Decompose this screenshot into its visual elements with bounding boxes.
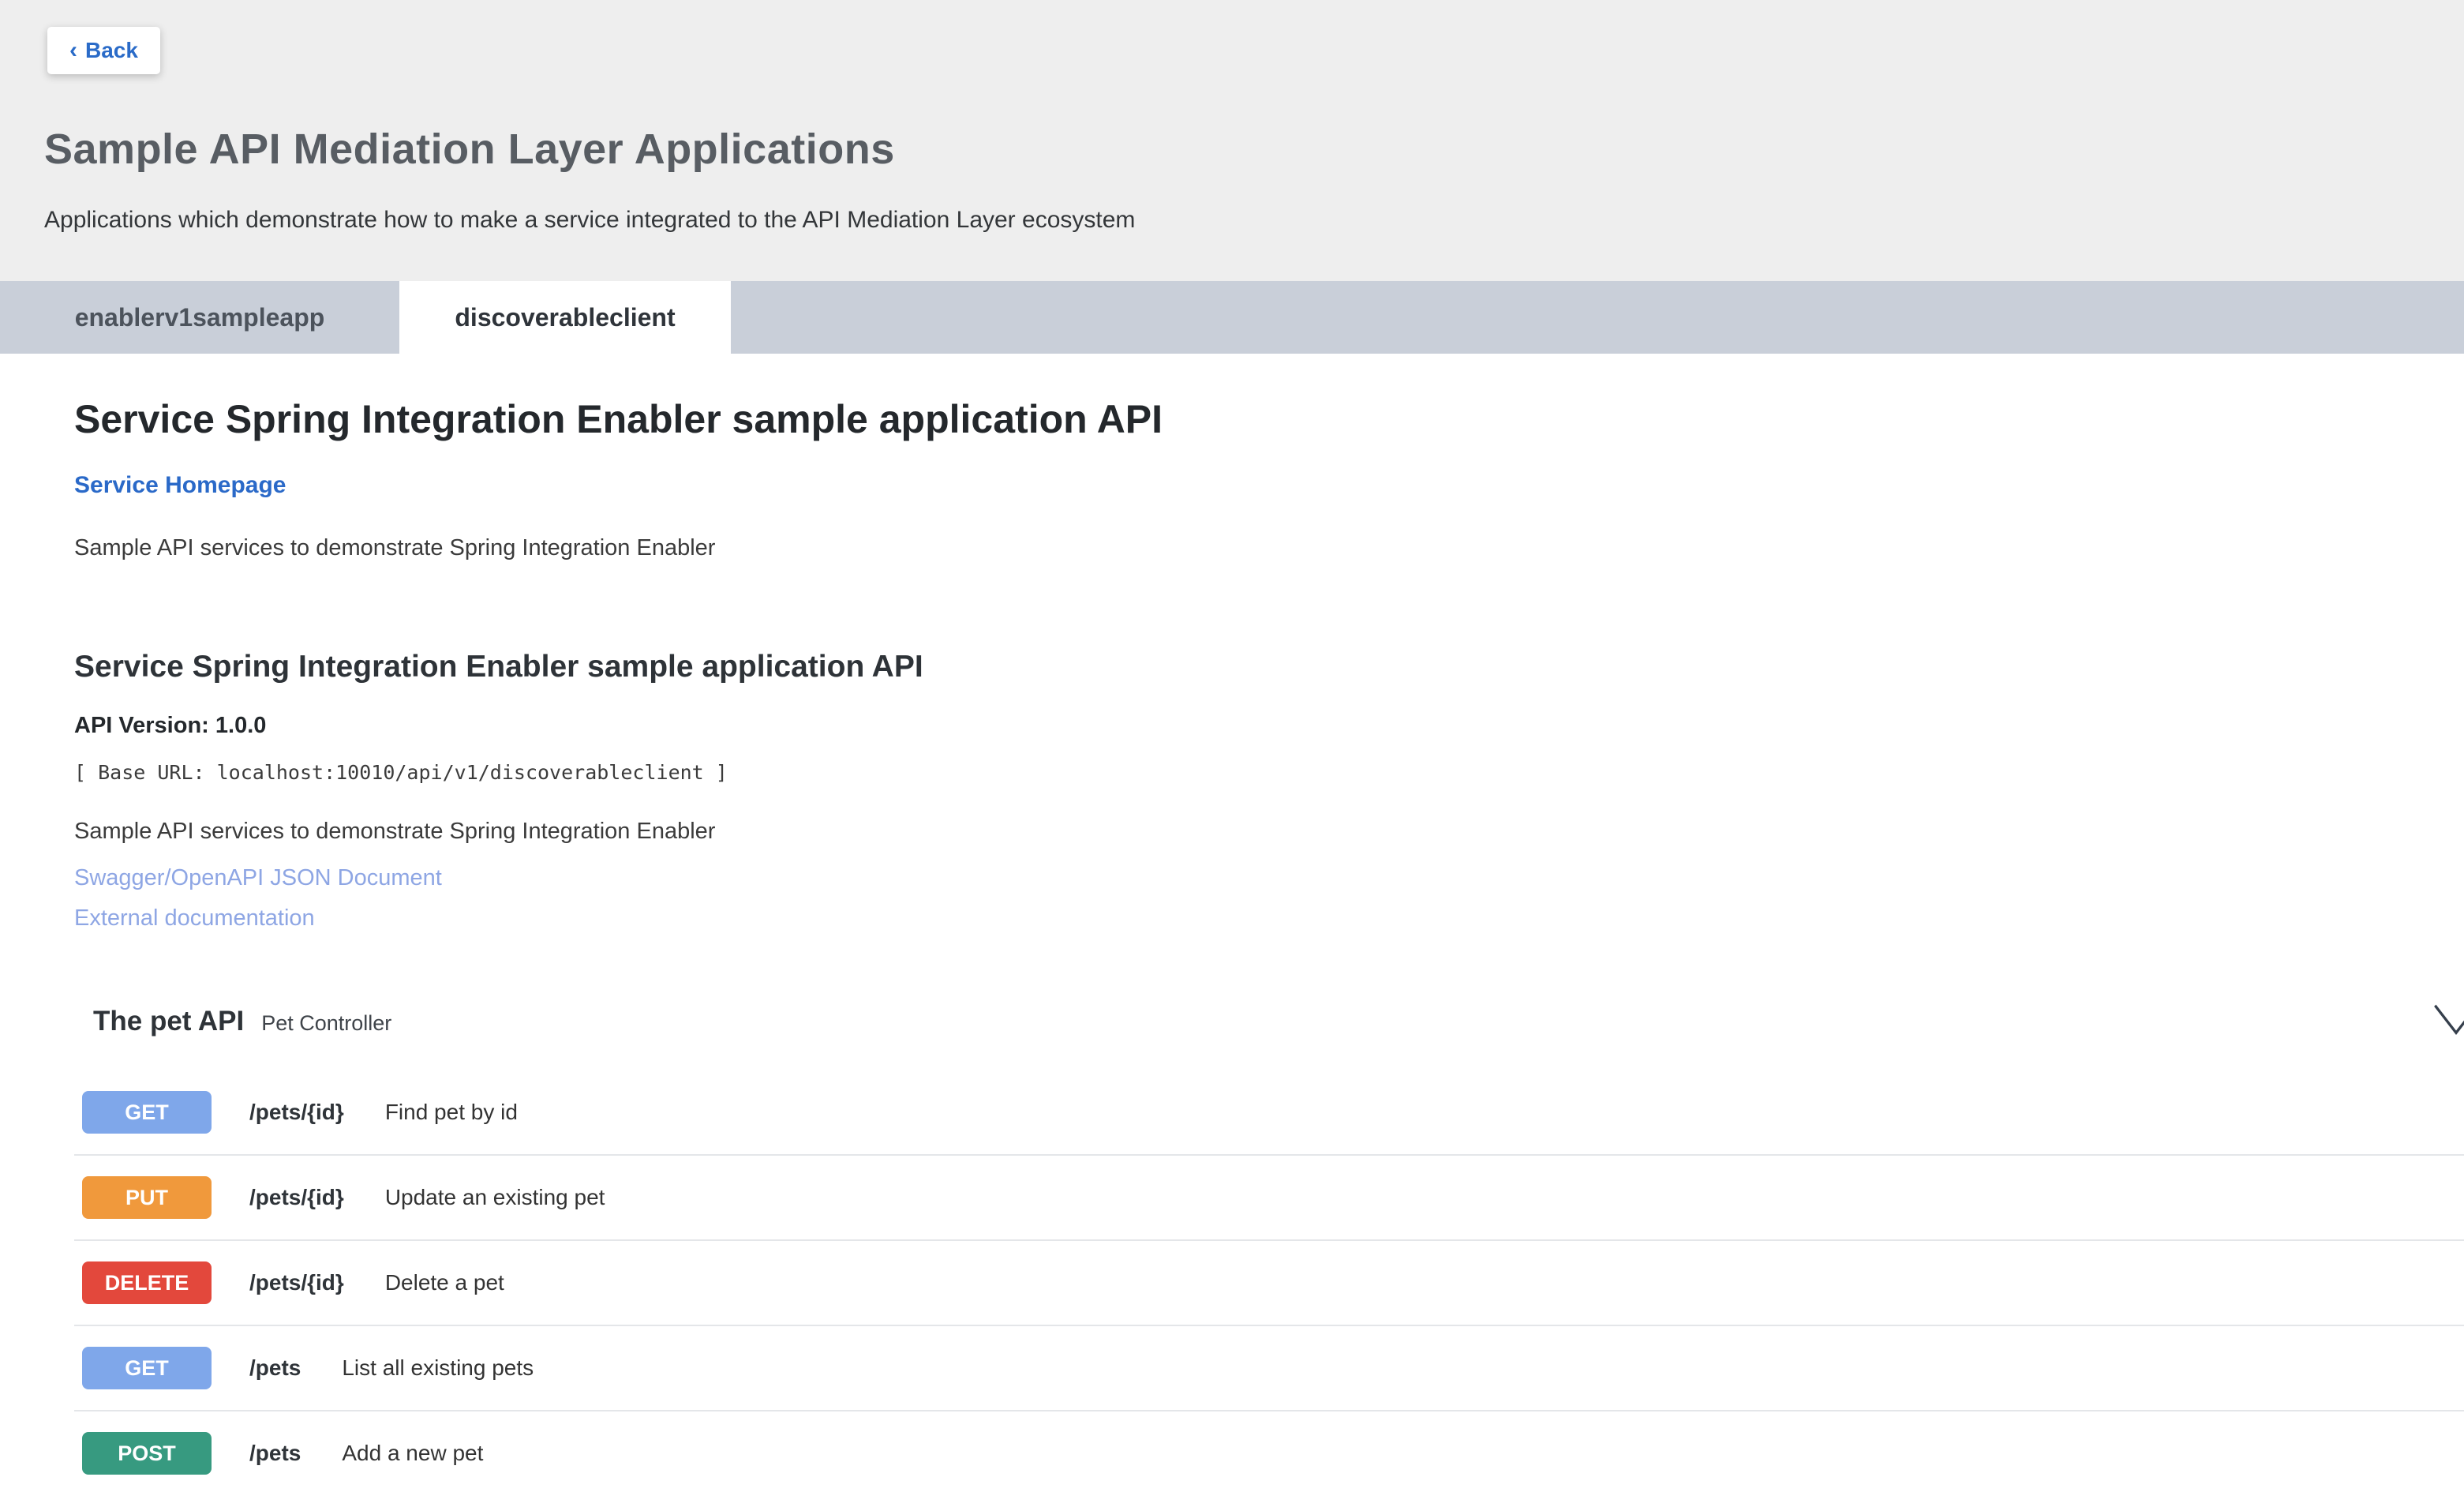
back-label: Back	[85, 38, 138, 63]
operation-row-post-pets[interactable]: POST /pets Add a new pet	[74, 1411, 2464, 1492]
operation-path: /pets	[249, 1441, 301, 1466]
swagger-openapi-json-link[interactable]: Swagger/OpenAPI JSON Document	[74, 865, 442, 891]
operation-summary: Find pet by id	[385, 1100, 518, 1125]
page-title: Sample API Mediation Layer Applications	[44, 125, 2420, 174]
main-content: Service Spring Integration Enabler sampl…	[0, 396, 2464, 1492]
operation-summary: Update an existing pet	[385, 1185, 605, 1210]
operation-row-put-pets-id[interactable]: PUT /pets/{id} Update an existing pet	[74, 1156, 2464, 1241]
service-title: Service Spring Integration Enabler sampl…	[74, 396, 2464, 442]
external-documentation-link[interactable]: External documentation	[74, 905, 315, 932]
method-badge: POST	[82, 1432, 212, 1475]
method-badge: DELETE	[82, 1261, 212, 1304]
operation-row-delete-pets-id[interactable]: DELETE /pets/{id} Delete a pet	[74, 1241, 2464, 1326]
operation-list: GET /pets/{id} Find pet by id PUT /pets/…	[74, 1070, 2464, 1492]
operation-row-get-pets[interactable]: GET /pets List all existing pets	[74, 1326, 2464, 1411]
api-version: API Version: 1.0.0	[74, 713, 2464, 739]
pet-api-header[interactable]: The pet API Pet Controller	[93, 1006, 2464, 1037]
page-subtitle: Applications which demonstrate how to ma…	[44, 207, 2420, 234]
operation-summary: Add a new pet	[342, 1441, 483, 1466]
pet-api-title: The pet API	[93, 1006, 244, 1037]
operation-path: /pets/{id}	[249, 1100, 344, 1125]
back-button[interactable]: ‹ Back	[47, 27, 160, 74]
api-doc-description: Sample API services to demonstrate Sprin…	[74, 819, 2464, 845]
operation-path: /pets/{id}	[249, 1185, 344, 1210]
operation-path: /pets/{id}	[249, 1270, 344, 1295]
tab-discoverableclient[interactable]: discoverableclient	[399, 281, 731, 354]
operation-path: /pets	[249, 1355, 301, 1381]
api-doc-title: Service Spring Integration Enabler sampl…	[74, 650, 2464, 684]
service-homepage-link[interactable]: Service Homepage	[74, 472, 286, 499]
operation-summary: Delete a pet	[385, 1270, 504, 1295]
pet-api-subtitle: Pet Controller	[261, 1011, 391, 1036]
back-chevron-icon: ‹	[69, 39, 77, 62]
operation-summary: List all existing pets	[342, 1355, 534, 1381]
chevron-down-icon[interactable]	[2431, 1001, 2464, 1037]
pet-api-section: The pet API Pet Controller GET /pets/{id…	[74, 1006, 2464, 1492]
page-header: ‹ Back Sample API Mediation Layer Applic…	[0, 0, 2464, 281]
service-description: Sample API services to demonstrate Sprin…	[74, 535, 2464, 561]
operation-row-get-pets-id[interactable]: GET /pets/{id} Find pet by id	[74, 1070, 2464, 1156]
base-url: [ Base URL: localhost:10010/api/v1/disco…	[74, 761, 2464, 784]
tab-bar: enablerv1sampleapp discoverableclient	[0, 281, 2464, 354]
tab-enablerv1sampleapp[interactable]: enablerv1sampleapp	[0, 281, 399, 354]
method-badge: GET	[82, 1091, 212, 1134]
method-badge: PUT	[82, 1176, 212, 1219]
method-badge: GET	[82, 1347, 212, 1389]
